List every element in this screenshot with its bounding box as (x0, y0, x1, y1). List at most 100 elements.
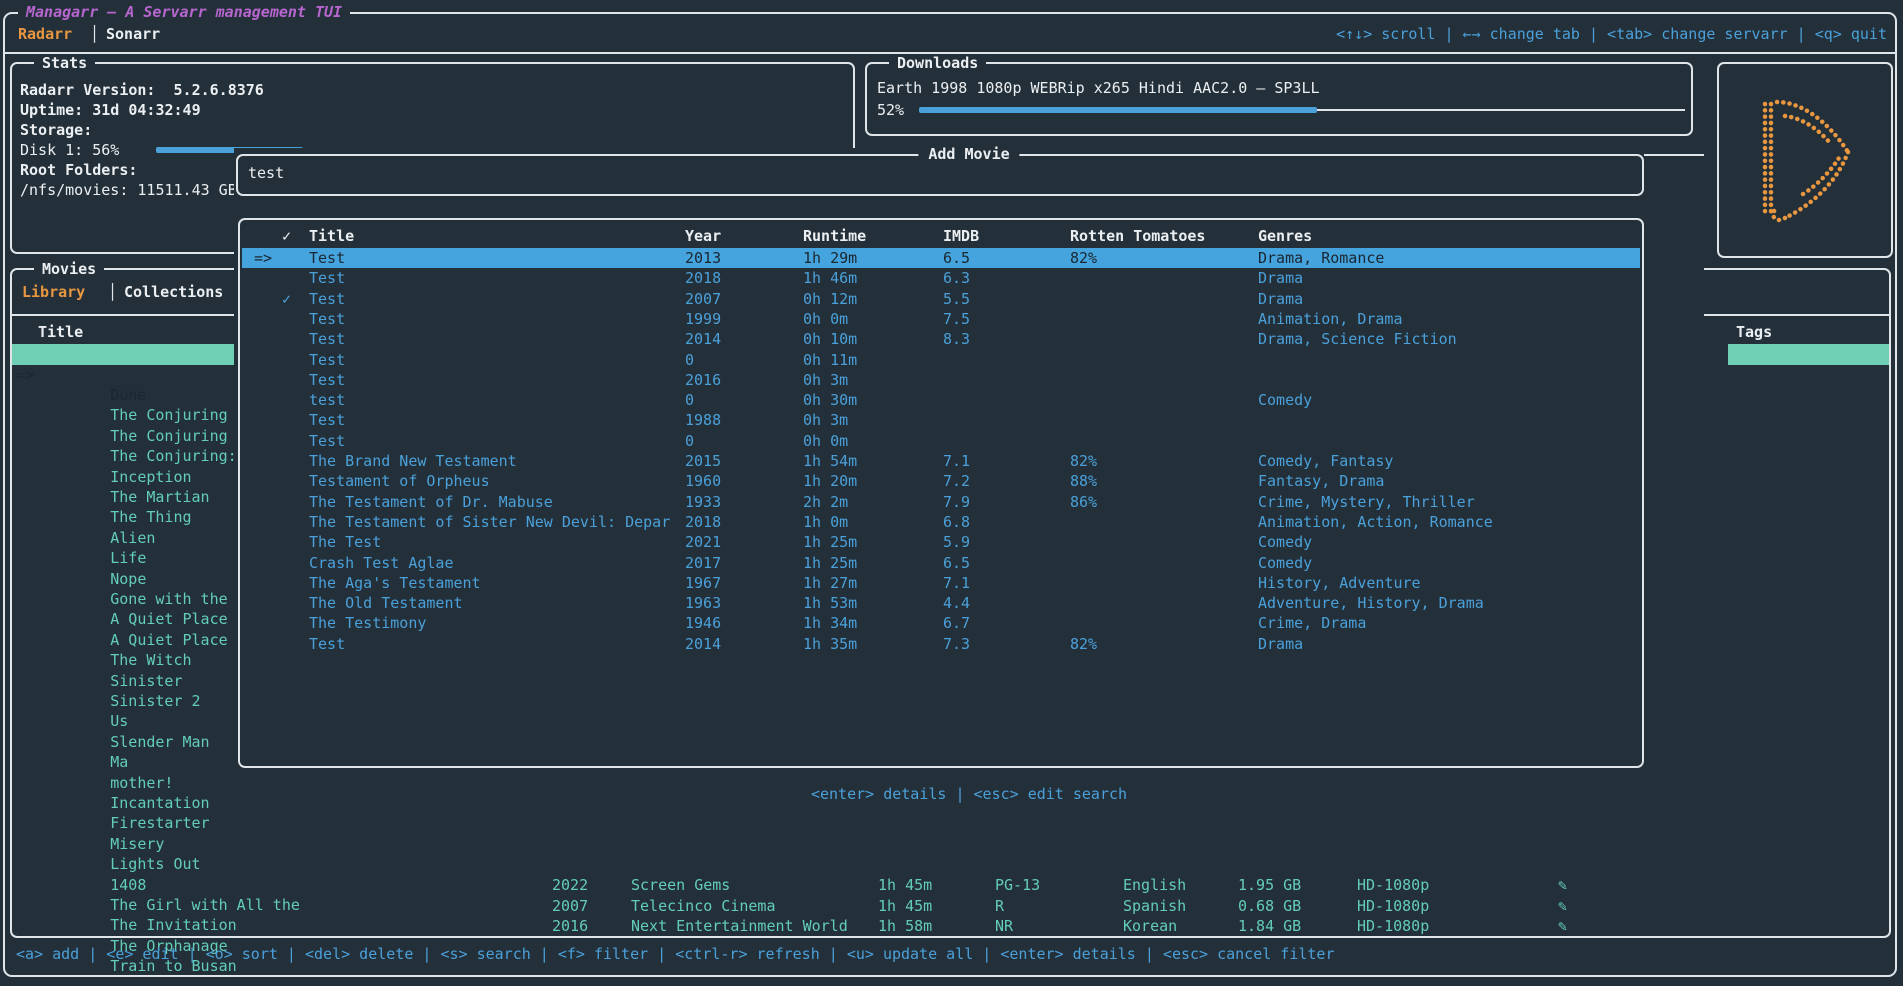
search-result-row[interactable]: The Brand New Testament 2015 1h 54m 7.1 … (242, 451, 1640, 471)
header-divider (5, 52, 1897, 54)
movie-list-item[interactable]: The Thing (38, 467, 192, 487)
search-result-row[interactable]: The Aga's Testament 1967 1h 27m 7.1 Hist… (242, 573, 1640, 593)
result-imdb: 7.2 (943, 471, 970, 491)
popup-keybind-hints: <enter> details | <esc> edit search (234, 784, 1704, 804)
result-title: Test (309, 268, 345, 288)
tab-collections[interactable]: Collections (124, 282, 223, 302)
search-result-row[interactable]: Test 2018 1h 46m 6.3 Drama (242, 268, 1640, 288)
movie-list-item[interactable]: 1408 (38, 835, 146, 855)
movie-list-item[interactable]: The Conjuring (38, 365, 228, 385)
movie-certification: R (995, 896, 1004, 916)
movie-quality-profile: HD-1080p (1357, 896, 1429, 916)
search-result-row[interactable]: Test 2014 0h 10m 8.3 Drama, Science Fict… (242, 329, 1640, 349)
selection-marker: => (254, 248, 272, 268)
result-genres: Comedy (1258, 532, 1312, 552)
movie-list-item[interactable]: mother! (38, 733, 173, 753)
tab-radarr[interactable]: Radarr (18, 24, 72, 44)
search-result-row[interactable]: Test 1988 0h 3m (242, 410, 1640, 430)
result-runtime: 0h 11m (803, 350, 857, 370)
movie-list-item[interactable]: Sinister 2 (38, 651, 201, 671)
movie-list-item[interactable]: Life (38, 508, 146, 528)
movie-list-item[interactable]: Firestarter (38, 773, 210, 793)
movie-list-item[interactable]: Inception (38, 427, 192, 447)
result-year: 0 (685, 350, 694, 370)
imdb-header: IMDB (943, 226, 979, 246)
result-genres: History, Adventure (1258, 573, 1421, 593)
search-result-row[interactable]: The Test 2021 1h 25m 5.9 Comedy (242, 532, 1640, 552)
movie-list-item[interactable]: The Martian (38, 447, 210, 467)
search-result-row[interactable]: The Testimony 1946 1h 34m 6.7 Crime, Dra… (242, 613, 1640, 633)
result-imdb: 4.4 (943, 593, 970, 613)
movie-table-row[interactable]: 2007 Telecinco Cinema 1h 45m R Spanish 0… (0, 896, 1903, 916)
result-imdb: 6.8 (943, 512, 970, 532)
result-rotten-tomatoes: 82% (1070, 451, 1097, 471)
result-year: 1960 (685, 471, 721, 491)
movie-table-row[interactable]: 2016 Next Entertainment World 1h 58m NR … (0, 916, 1903, 936)
movie-list-item[interactable]: The Witch (38, 610, 192, 630)
footer-keybind-hints: <a> add | <e> edit | <o> sort | <del> de… (16, 944, 1335, 964)
search-result-row[interactable]: Testament of Orpheus 1960 1h 20m 7.2 88%… (242, 471, 1640, 491)
tab-separator: │ (90, 24, 99, 44)
search-result-row[interactable]: Test 0 0h 11m (242, 350, 1640, 370)
movie-list-item[interactable]: Incantation (38, 753, 210, 773)
result-rotten-tomatoes: 82% (1070, 248, 1097, 268)
search-result-row[interactable]: Test 2016 0h 3m (242, 370, 1640, 390)
tab-sonarr[interactable]: Sonarr (106, 24, 160, 44)
result-genres: Drama, Romance (1258, 248, 1384, 268)
search-result-row[interactable]: Crash Test Aglae 2017 1h 25m 6.5 Comedy (242, 553, 1640, 573)
result-imdb: 6.3 (943, 268, 970, 288)
movie-list-item[interactable]: => Dune (38, 345, 146, 365)
search-result-row[interactable]: Test 0 0h 0m (242, 431, 1640, 451)
search-result-row[interactable]: ✓ Test 2007 0h 12m 5.5 Drama (242, 289, 1640, 309)
movie-list-item[interactable]: Lights Out (38, 814, 201, 834)
movie-list-item[interactable]: Us (38, 671, 128, 691)
movie-search-input[interactable] (246, 163, 1626, 183)
edit-pencil-icon: ✎ (1558, 916, 1567, 936)
result-year: 2013 (685, 248, 721, 268)
movie-list-item[interactable]: Slender Man (38, 692, 210, 712)
movie-studio: Telecinco Cinema (631, 896, 776, 916)
movie-list-item[interactable]: The Conjuring 2 (38, 386, 246, 406)
result-rotten-tomatoes: 82% (1070, 634, 1097, 654)
search-result-row[interactable]: The Testament of Sister New Devil: Depar… (242, 512, 1640, 532)
disk-label: Disk 1: 56% (20, 140, 119, 160)
search-result-row[interactable]: test 0 0h 30m Comedy (242, 390, 1640, 410)
result-genres: Drama (1258, 289, 1303, 309)
result-imdb: 8.3 (943, 329, 970, 349)
search-result-row[interactable]: => Test 2013 1h 29m 6.5 82% Drama, Roman… (242, 248, 1640, 268)
movie-list-item[interactable]: Nope (38, 529, 146, 549)
search-result-row[interactable]: The Testament of Dr. Mabuse 1933 2h 2m 7… (242, 492, 1640, 512)
title-header: Title (309, 226, 354, 246)
tab-library[interactable]: Library (22, 282, 85, 302)
result-title: Test (309, 289, 345, 309)
result-runtime: 1h 29m (803, 248, 857, 268)
search-result-row[interactable]: The Old Testament 1963 1h 53m 4.4 Advent… (242, 593, 1640, 613)
movie-list-item[interactable]: Ma (38, 712, 128, 732)
storage-label: Storage: (20, 120, 92, 140)
search-result-row[interactable]: Test 1999 0h 0m 7.5 Animation, Drama (242, 309, 1640, 329)
movie-list-item[interactable]: Alien (38, 488, 155, 508)
result-imdb: 7.1 (943, 451, 970, 471)
result-runtime: 0h 0m (803, 309, 848, 329)
result-runtime: 0h 12m (803, 289, 857, 309)
movie-table-row[interactable]: 2022 Screen Gems 1h 45m PG-13 English 1.… (0, 875, 1903, 895)
result-year: 2018 (685, 268, 721, 288)
search-result-row[interactable]: Test 2014 1h 35m 7.3 82% Drama (242, 634, 1640, 654)
result-rotten-tomatoes: 88% (1070, 471, 1097, 491)
result-genres: Fantasy, Drama (1258, 471, 1384, 491)
download-progress-gauge (919, 100, 1685, 120)
movie-list-item[interactable]: Sinister (38, 631, 183, 651)
result-year: 2018 (685, 512, 721, 532)
movie-list-item[interactable]: A Quiet Place (38, 569, 228, 589)
result-year: 1988 (685, 410, 721, 430)
movie-list-item[interactable]: Misery (38, 794, 164, 814)
movie-year: 2007 (552, 896, 588, 916)
result-title: Test (309, 329, 345, 349)
result-year: 1946 (685, 613, 721, 633)
search-results-header: ✓ Title Year Runtime IMDB Rotten Tomatoe… (242, 226, 1640, 246)
result-genres: Animation, Action, Romance (1258, 512, 1493, 532)
result-title: The Testament of Sister New Devil: Depar (309, 512, 670, 532)
managarr-app: Managarr — A Servarr management TUI Rada… (0, 0, 1903, 986)
movie-quality-profile: HD-1080p (1357, 916, 1429, 936)
selected-movie-highlight-tags (1728, 344, 1889, 365)
